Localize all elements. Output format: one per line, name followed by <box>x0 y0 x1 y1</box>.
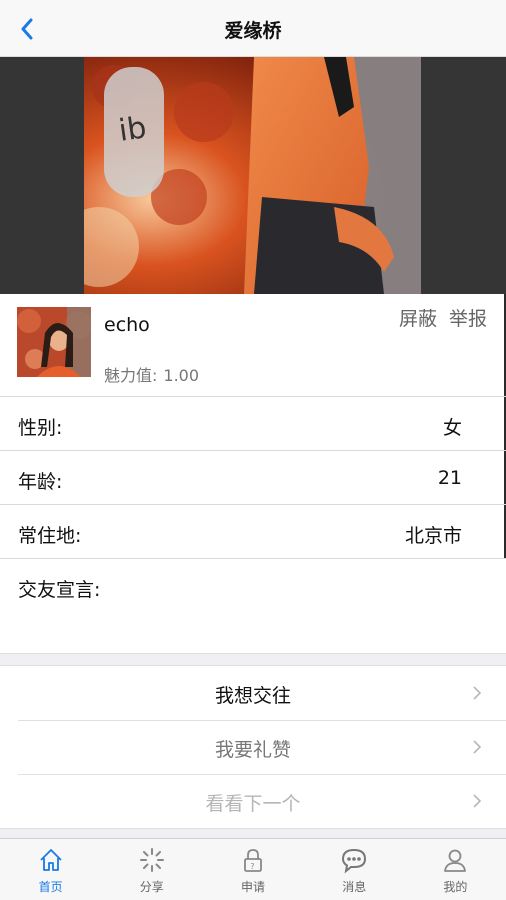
send-praise-button[interactable]: 我要礼赞 <box>0 720 506 774</box>
tab-apply-label: 申请 <box>241 880 266 894</box>
age-row: 年龄: 21 <box>0 450 506 504</box>
age-value: 21 <box>437 467 462 489</box>
chevron-right-icon <box>473 740 482 754</box>
section-separator <box>0 828 506 838</box>
want-to-date-button[interactable]: 我想交往 <box>0 666 506 720</box>
tab-home-label: 首页 <box>38 880 63 894</box>
next-profile-button[interactable]: 看看下一个 <box>0 774 506 828</box>
profile-photo[interactable]: ib <box>84 57 421 294</box>
hero-banner: ib <box>0 57 506 294</box>
lock-icon: ? <box>244 849 262 872</box>
navigation-bar: 爱缘桥 <box>0 0 506 57</box>
tab-apply[interactable]: ? 申请 <box>202 839 303 900</box>
user-name: echo <box>104 314 150 336</box>
tab-share[interactable]: 分享 <box>101 839 202 900</box>
home-icon <box>39 849 62 871</box>
gender-label: 性别: <box>18 417 63 439</box>
action-list: 我想交往 我要礼赞 看看下一个 <box>0 666 506 828</box>
user-icon <box>444 849 467 872</box>
tab-mine-label: 我的 <box>443 880 468 894</box>
tab-messages-label: 消息 <box>342 880 367 894</box>
tab-bar: 首页 分享 ? 申请 消息 我的 <box>0 838 506 900</box>
charm-score: 魅力值: 1.00 <box>104 362 199 386</box>
report-button[interactable]: 举报 <box>449 304 487 331</box>
send-praise-label: 我要礼赞 <box>214 739 291 761</box>
gender-row: 性别: 女 <box>0 396 506 450</box>
chevron-right-icon <box>473 794 482 808</box>
message-icon <box>342 848 367 874</box>
block-button[interactable]: 屏蔽 <box>399 304 437 331</box>
residence-value: 北京市 <box>404 525 462 547</box>
gender-value: 女 <box>442 417 462 439</box>
next-profile-label: 看看下一个 <box>205 793 301 815</box>
charm-value: 1.00 <box>163 366 200 385</box>
residence-row: 常住地: 北京市 <box>0 504 506 558</box>
svg-text:?: ? <box>250 862 254 871</box>
declaration-row: 交友宣言: <box>0 558 506 652</box>
profile-summary: echo 魅力值: 1.00 屏蔽 举报 <box>0 294 506 396</box>
tab-messages[interactable]: 消息 <box>304 839 405 900</box>
share-icon <box>139 848 164 872</box>
residence-label: 常住地: <box>18 525 82 547</box>
tab-home[interactable]: 首页 <box>0 839 101 900</box>
want-to-date-label: 我想交往 <box>214 685 291 707</box>
page-title: 爱缘桥 <box>224 20 282 42</box>
profile-actions: 屏蔽 举报 <box>399 304 487 331</box>
section-separator <box>0 653 506 666</box>
chevron-right-icon <box>473 686 482 700</box>
charm-label: 魅力值: <box>104 366 158 385</box>
tab-share-label: 分享 <box>139 880 164 894</box>
declaration-label: 交友宣言: <box>18 579 101 601</box>
profile-details: 性别: 女 年龄: 21 常住地: 北京市 交友宣言: <box>0 396 506 652</box>
svg-text:ib: ib <box>117 110 149 148</box>
tab-mine[interactable]: 我的 <box>405 839 506 900</box>
avatar[interactable] <box>17 307 91 377</box>
age-label: 年龄: <box>18 471 63 493</box>
